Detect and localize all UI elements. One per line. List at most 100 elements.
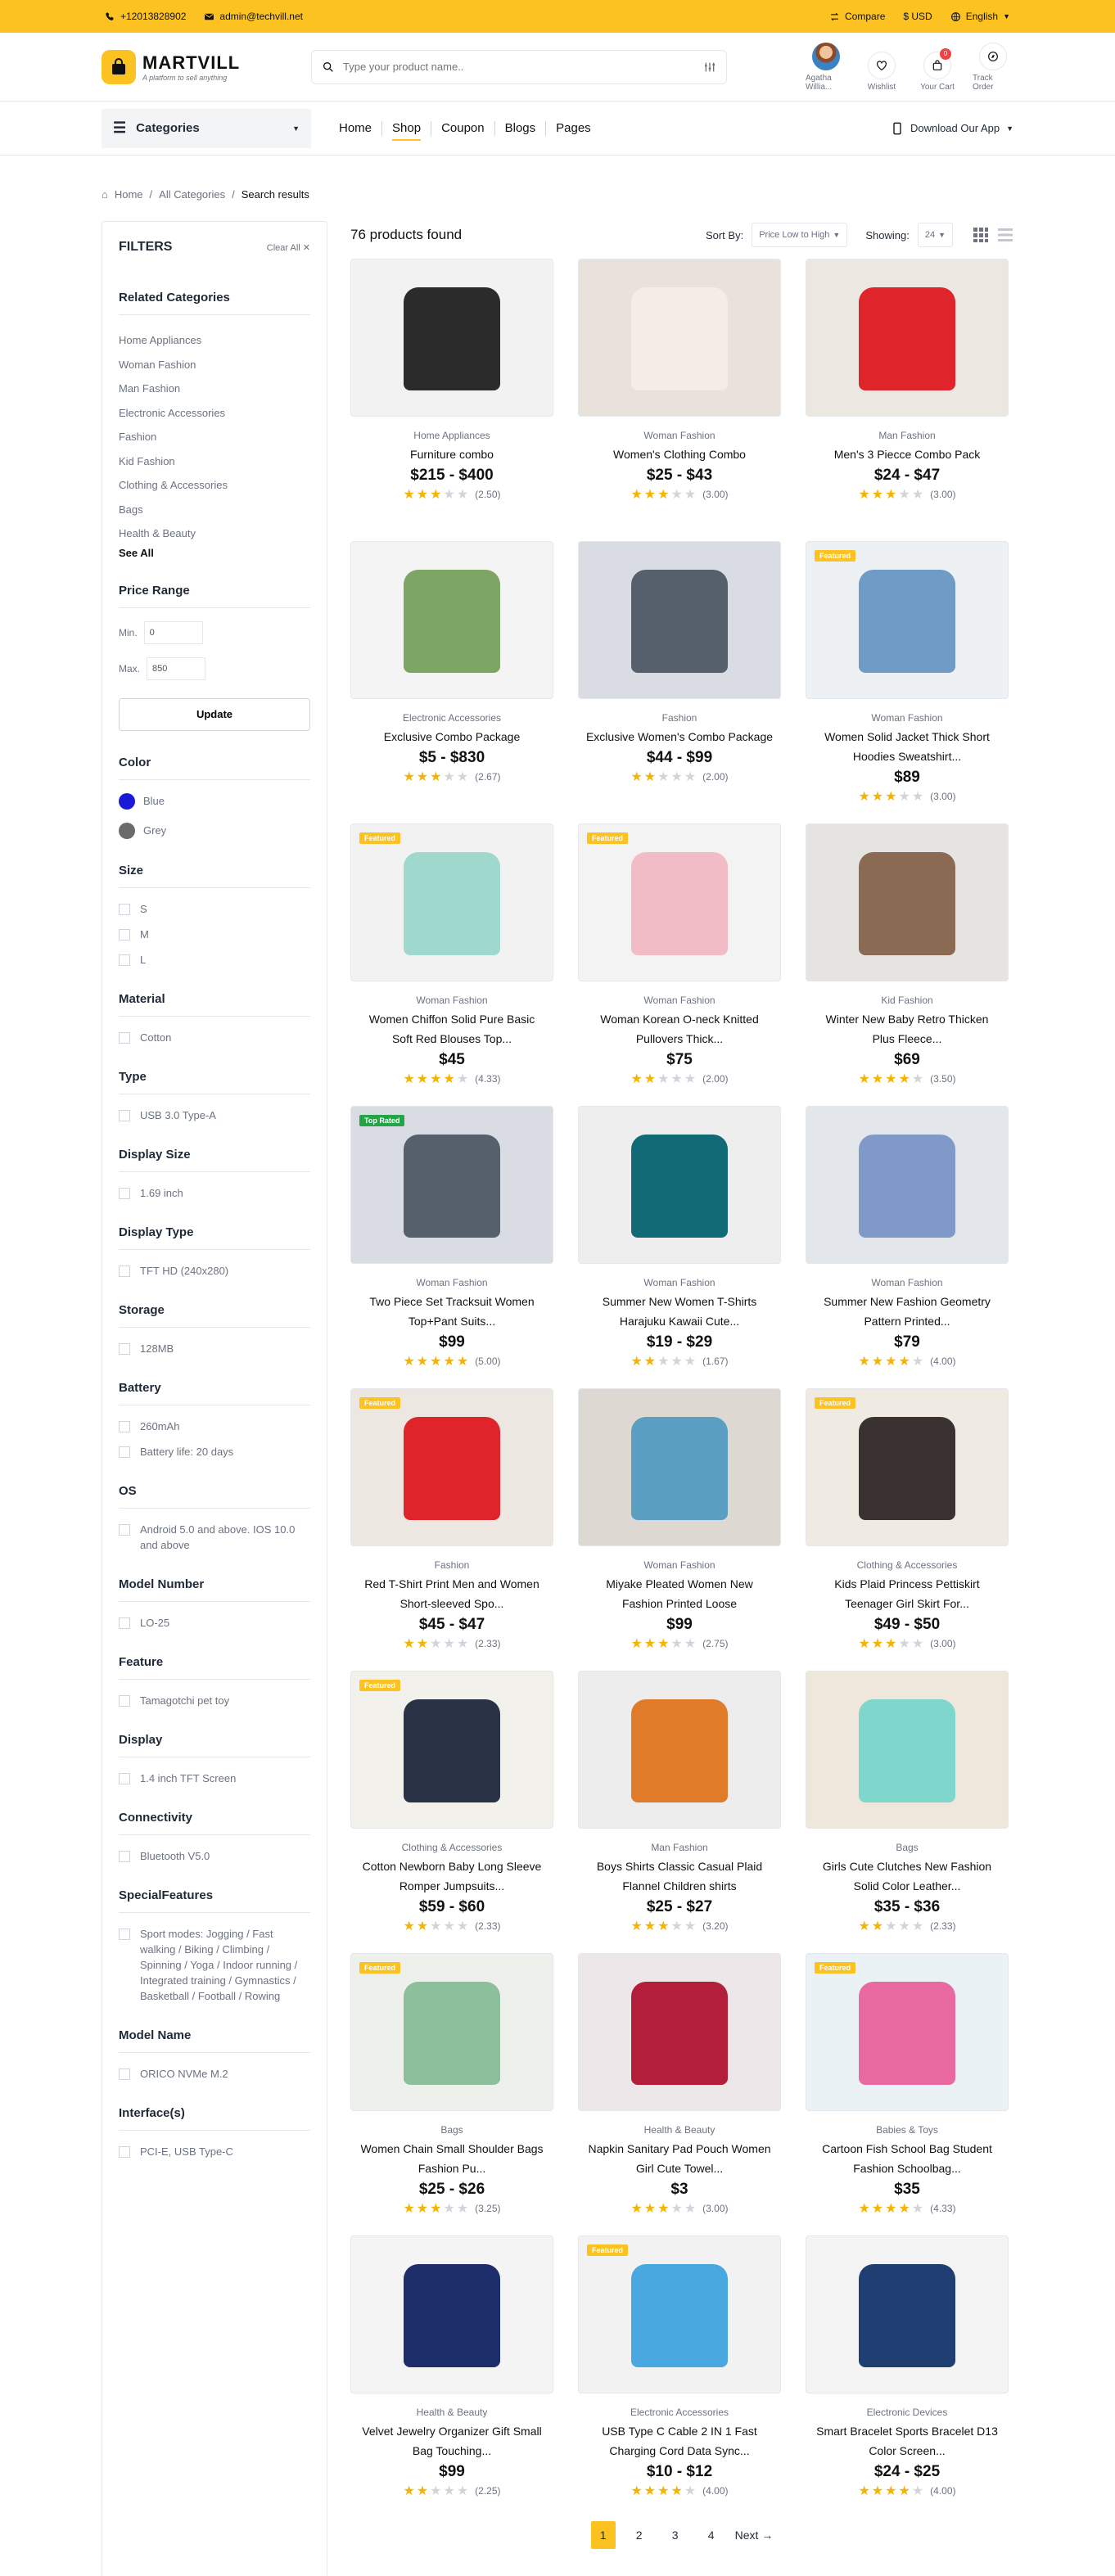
see-all-link[interactable]: See All: [119, 547, 154, 559]
track-order-button[interactable]: Track Order: [973, 42, 1013, 92]
filter-option[interactable]: PCI-E, USB Type-C: [119, 2144, 310, 2159]
page-number[interactable]: 3: [663, 2521, 688, 2549]
filter-option[interactable]: 128MB: [119, 1341, 310, 1356]
product-image[interactable]: [578, 1388, 781, 1546]
filter-option[interactable]: 260mAh: [119, 1419, 310, 1434]
related-category-link[interactable]: Man Fashion: [119, 377, 310, 401]
product-card[interactable]: Featured Electronic Accessories USB Type C…: [578, 2235, 781, 2518]
related-category-link[interactable]: Electronic Accessories: [119, 401, 310, 426]
product-card[interactable]: Kid Fashion Winter New Baby Retro Thicken…: [806, 823, 1009, 1106]
color-option[interactable]: Blue: [119, 792, 310, 810]
search-icon[interactable]: [322, 61, 335, 74]
product-name[interactable]: Smart Bracelet Sports Bracelet D13 Color…: [813, 2421, 1001, 2461]
product-image[interactable]: Featured: [578, 2235, 781, 2393]
product-name[interactable]: Woman Korean O-neck Knitted Pullovers Th…: [585, 1009, 774, 1049]
product-image[interactable]: [350, 2235, 553, 2393]
product-image[interactable]: [350, 541, 553, 699]
product-card[interactable]: Woman Fashion Summer New Women T-Shirts H…: [578, 1106, 781, 1388]
product-name[interactable]: Furniture combo: [358, 444, 546, 464]
product-name[interactable]: Exclusive Combo Package: [358, 727, 546, 747]
product-card[interactable]: Health & Beauty Napkin Sanitary Pad Pouch…: [578, 1953, 781, 2235]
checkbox[interactable]: [119, 903, 130, 915]
product-image[interactable]: Top Rated: [350, 1106, 553, 1264]
product-name[interactable]: Boys Shirts Classic Casual Plaid Flannel…: [585, 1856, 774, 1896]
product-name[interactable]: Women Chain Small Shoulder Bags Fashion …: [358, 2139, 546, 2178]
filter-option[interactable]: ORICO NVMe M.2: [119, 2066, 310, 2082]
product-name[interactable]: Winter New Baby Retro Thicken Plus Fleec…: [813, 1009, 1001, 1049]
product-image[interactable]: Featured: [350, 1953, 553, 2111]
checkbox[interactable]: [119, 1617, 130, 1629]
filter-option[interactable]: TFT HD (240x280): [119, 1263, 310, 1279]
related-category-link[interactable]: Home Appliances: [119, 328, 310, 353]
product-name[interactable]: Cartoon Fish School Bag Student Fashion …: [813, 2139, 1001, 2178]
product-image[interactable]: Featured: [806, 1388, 1009, 1546]
product-name[interactable]: Women Chiffon Solid Pure Basic Soft Red …: [358, 1009, 546, 1049]
checkbox[interactable]: [119, 1109, 130, 1121]
related-category-link[interactable]: Woman Fashion: [119, 353, 310, 377]
product-image[interactable]: [578, 259, 781, 417]
checkbox[interactable]: [119, 1187, 130, 1199]
filter-option[interactable]: Cotton: [119, 1030, 310, 1045]
product-image[interactable]: Featured: [350, 823, 553, 981]
checkbox[interactable]: [119, 1342, 130, 1355]
checkbox[interactable]: [119, 1265, 130, 1277]
product-image[interactable]: Featured: [806, 541, 1009, 699]
phone-contact[interactable]: +12013828902: [105, 11, 186, 22]
product-name[interactable]: Velvet Jewelry Organizer Gift Small Bag …: [358, 2421, 546, 2461]
product-image[interactable]: Featured: [350, 1388, 553, 1546]
nav-link-blogs[interactable]: Blogs: [495, 120, 547, 136]
product-name[interactable]: Two Piece Set Tracksuit Women Top+Pant S…: [358, 1292, 546, 1331]
product-name[interactable]: Napkin Sanitary Pad Pouch Women Girl Cut…: [585, 2139, 774, 2178]
showing-select[interactable]: 24 ▼: [917, 223, 953, 247]
breadcrumb-all-categories[interactable]: All Categories: [159, 188, 225, 201]
next-page-button[interactable]: Next →: [735, 2521, 774, 2549]
list-view-icon[interactable]: [997, 227, 1013, 243]
product-name[interactable]: Summer New Women T-Shirts Harajuku Kawai…: [585, 1292, 774, 1331]
related-category-link[interactable]: Clothing & Accessories: [119, 473, 310, 498]
checkbox[interactable]: [119, 2145, 130, 2158]
checkbox[interactable]: [119, 1523, 130, 1536]
related-category-link[interactable]: Kid Fashion: [119, 449, 310, 474]
filter-option[interactable]: S: [119, 901, 310, 917]
checkbox[interactable]: [119, 2068, 130, 2080]
checkbox[interactable]: [119, 1446, 130, 1458]
categories-dropdown[interactable]: ☰ Categories ▼: [102, 108, 311, 148]
product-name[interactable]: Women's Clothing Combo: [585, 444, 774, 464]
product-image[interactable]: [806, 1671, 1009, 1829]
product-image[interactable]: [578, 1671, 781, 1829]
page-number[interactable]: 1: [590, 2521, 616, 2549]
product-image[interactable]: [578, 541, 781, 699]
product-card[interactable]: Featured Fashion Red T-Shirt Print Men and…: [350, 1388, 553, 1671]
product-image[interactable]: [578, 1106, 781, 1264]
product-image[interactable]: [350, 259, 553, 417]
max-price-input[interactable]: [147, 656, 206, 680]
filter-option[interactable]: Battery life: 20 days: [119, 1444, 310, 1459]
filter-sliders-icon[interactable]: [703, 61, 716, 74]
clear-all-button[interactable]: Clear All ✕: [267, 242, 310, 253]
user-account[interactable]: Agatha Willia...: [806, 42, 846, 92]
currency-selector[interactable]: $ USD: [903, 11, 932, 22]
product-name[interactable]: USB Type C Cable 2 IN 1 Fast Charging Co…: [585, 2421, 774, 2461]
product-name[interactable]: Miyake Pleated Women New Fashion Printed…: [585, 1574, 774, 1613]
page-number[interactable]: 4: [699, 2521, 724, 2549]
checkbox[interactable]: [119, 1772, 130, 1784]
product-card[interactable]: Home Appliances Furniture combo $215 - $40…: [350, 259, 553, 541]
breadcrumb-home[interactable]: Home: [115, 188, 143, 201]
logo[interactable]: MARTVILL A platform to sell anything: [102, 49, 311, 84]
product-card[interactable]: Featured Bags Women Chain Small Shoulder B…: [350, 1953, 553, 2235]
product-name[interactable]: Men's 3 Piecce Combo Pack: [813, 444, 1001, 464]
cart-button[interactable]: 0 Your Cart: [917, 47, 958, 92]
product-image[interactable]: [806, 2235, 1009, 2393]
search-input[interactable]: [343, 61, 695, 73]
checkbox[interactable]: [119, 1850, 130, 1862]
product-image[interactable]: [578, 1953, 781, 2111]
product-card[interactable]: Top Rated Woman Fashion Two Piece Set Trac…: [350, 1106, 553, 1388]
product-card[interactable]: Featured Clothing & Accessories Cotton New…: [350, 1671, 553, 1953]
product-card[interactable]: Featured Babies & Toys Cartoon Fish School…: [806, 1953, 1009, 2235]
filter-option[interactable]: L: [119, 952, 310, 968]
checkbox[interactable]: [119, 954, 130, 966]
product-image[interactable]: [806, 823, 1009, 981]
update-price-button[interactable]: Update: [119, 697, 310, 731]
product-card[interactable]: Woman Fashion Miyake Pleated Women New Fa…: [578, 1388, 781, 1671]
checkbox[interactable]: [119, 928, 130, 941]
